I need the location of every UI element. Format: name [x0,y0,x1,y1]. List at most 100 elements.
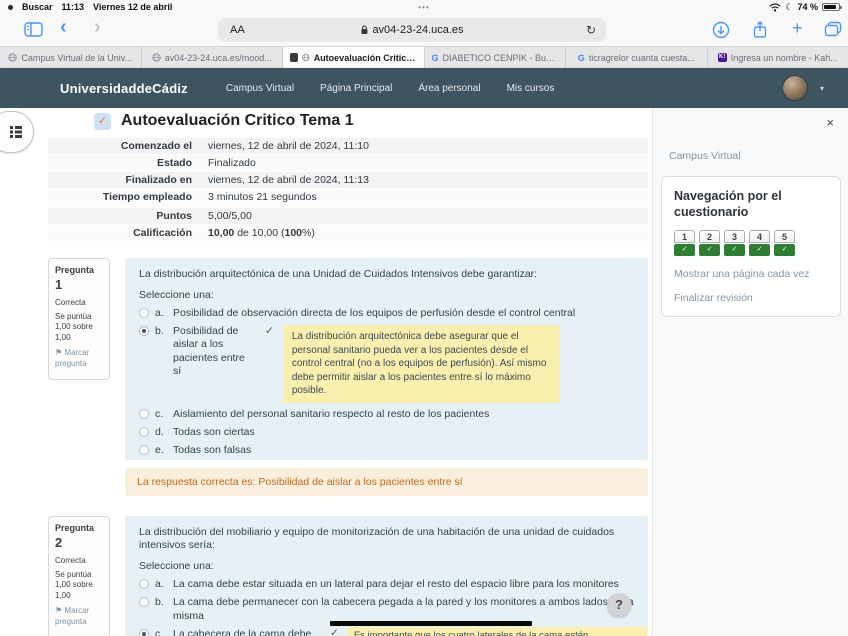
tabs-overview-icon[interactable] [824,21,842,42]
flag-question-link[interactable]: ⚑ Marcar pregunta [55,348,103,369]
back-button[interactable]: ‹ [60,17,67,37]
user-menu-caret-icon[interactable]: ▾ [820,84,824,93]
status-bar: Buscar 11:13 Viernes 12 de abril ••• ☾ 7… [0,0,848,14]
campus-virtual-link[interactable]: Campus Virtual [669,150,741,162]
radio-selected-icon[interactable] [139,326,149,337]
text-size-button[interactable]: AA [230,24,245,36]
battery-percent: 74 % [797,2,818,12]
close-icon[interactable]: × [826,116,834,129]
radio-icon[interactable] [139,426,149,437]
radio-icon[interactable] [139,597,149,608]
finish-review-link[interactable]: Finalizar revisión [674,292,828,304]
grid-icon [10,126,22,138]
focus-moon-icon: ☾ [785,1,794,12]
page-title: Autoevaluación Critico Tema 1 [121,112,354,129]
new-tab-icon[interactable]: + [792,18,803,39]
option-c[interactable]: c. Aislamiento del personal sanitario re… [139,408,634,421]
check-icon: ✓ [774,244,795,257]
question-2-info: Pregunta 2 Correcta Se puntúa 1,00 sobre… [48,516,110,636]
table-row: Tiempo empleado 3 minutos 21 segundos [48,189,648,208]
check-icon: ✓ [749,244,770,257]
course-index-toggle[interactable] [0,111,34,153]
downloads-icon[interactable] [712,21,730,44]
table-row: Finalizado en viernes, 12 de abril de 20… [48,172,648,189]
radio-icon[interactable] [139,308,149,319]
question-state: Correcta [55,297,86,307]
nav-campus-virtual[interactable]: Campus Virtual [226,83,294,94]
nav-mis-cursos[interactable]: Mis cursos [507,83,555,94]
globe-favicon [151,53,161,62]
question-text: La distribución arquitectónica de una Un… [139,268,538,280]
question-text: La distribución del mobiliario y equipo … [139,526,615,552]
globe-favicon [8,53,18,62]
share-icon[interactable] [752,20,768,45]
user-avatar[interactable] [782,75,808,101]
radio-selected-icon[interactable] [139,628,149,636]
sidebar-toggle-icon[interactable] [24,22,43,42]
option-c-feedback: ✓ Es importante que los cuatro laterales… [326,627,648,636]
question-state: Correcta [55,555,86,565]
check-icon: ✓ [699,244,720,257]
status-time: 11:13 [61,2,85,12]
quiz-navigation-title: Navegación por el cuestionario [674,189,782,219]
answer-prompt: Seleccione una: [139,560,214,573]
radio-icon[interactable] [139,579,149,590]
address-bar[interactable]: AA av04-23-24.uca.es ↻ [218,18,606,42]
selection-bar [330,621,532,626]
option-e[interactable]: e. Todas son falsas [139,444,634,457]
tab-google-search-2[interactable]: G ticragrelor cuanta cuesta... [566,47,708,68]
tab-google-search-1[interactable]: G DIABETICO CENPIK - Bus... [425,47,566,68]
option-a[interactable]: a. Posibilidad de observación directa de… [139,307,634,320]
kahoot-favicon: K! [717,53,727,62]
question-nav-button-3[interactable]: 3 ✓ [724,230,745,257]
forward-button[interactable]: › [94,17,101,37]
radio-icon[interactable] [139,445,149,455]
nav-area-personal[interactable]: Área personal [418,83,480,94]
reload-icon[interactable]: ↻ [586,23,596,37]
quiz-icon: ✓ [94,113,111,130]
battery-icon [822,3,842,11]
table-row: Estado Finalizado [48,155,648,172]
question-nav-button-5[interactable]: 5 ✓ [774,230,795,257]
flag-icon: ⚑ [55,348,63,358]
question-nav-button-1[interactable]: 1 ✓ [674,230,695,257]
show-one-page-link[interactable]: Mostrar una página cada vez [674,268,828,280]
attempt-summary-table: Comenzado el viernes, 12 de abril de 202… [48,138,648,242]
option-d[interactable]: d. Todas son ciertas [139,426,634,439]
question-nav-button-2[interactable]: 2 ✓ [699,230,720,257]
google-favicon: G [431,52,439,63]
radio-icon[interactable] [139,408,149,419]
url-text: av04-23-24.uca.es [372,24,464,36]
tab-autoevaluacion-active[interactable]: Autoevaluación Critico Te... [283,47,425,68]
question-nav-button-4[interactable]: 4 ✓ [749,230,770,257]
tab-uca-moodle[interactable]: av04-23-24.uca.es/mood... [142,47,283,68]
nav-pagina-principal[interactable]: Página Principal [320,83,392,94]
question-1-info: Pregunta 1 Correcta Se puntúa 1,00 sobre… [48,258,110,380]
google-favicon: G [577,52,585,63]
globe-favicon [302,53,310,62]
answer-prompt: Seleccione una: [139,289,214,302]
option-b[interactable]: b. La cama debe permanecer con la cabece… [139,596,634,622]
close-tab-icon[interactable] [290,53,298,62]
table-row: Calificación 10,00 de 10,00 (100%) [48,224,648,242]
help-button[interactable]: ? [607,593,631,617]
check-icon: ✓ [724,244,745,257]
question-1-content: La distribución arquitectónica de una Un… [125,258,648,460]
right-answer-box: La respuesta correcta es: Posibilidad de… [125,468,648,496]
question-points: Se puntúa 1,00 sobre 1,00 [55,569,93,600]
uca-logo[interactable]: UniversidaddeCádiz [60,81,188,96]
ipad-safari-screen: Buscar 11:13 Viernes 12 de abril ••• ☾ 7… [0,0,848,636]
lock-icon [361,25,368,34]
quiz-navigation-card: Navegación por el cuestionario 1 ✓ 2 ✓ 3 ✓ … [661,176,841,318]
tab-kahoot[interactable]: K! Ingresa un nombre - Kah... [708,47,848,68]
status-search-label: Buscar [22,2,53,12]
flag-question-link[interactable]: ⚑ Marcar pregunta [55,606,103,627]
tab-campus-virtual[interactable]: Campus Virtual de la Univ... [0,47,142,68]
table-row: Puntos 5,00/5,00 [48,207,648,225]
option-b-selected[interactable]: b. Posibilidad de aislar a los pacientes… [139,325,634,403]
table-row: Comenzado el viernes, 12 de abril de 202… [48,138,648,155]
cursor-dot-icon [8,4,13,10]
option-a[interactable]: a. La cama debe estar situada en un late… [139,578,634,591]
multitasking-indicator[interactable]: ••• [418,3,429,12]
page-content: ✓ Autoevaluación Critico Tema 1 Comenzad… [0,108,848,636]
